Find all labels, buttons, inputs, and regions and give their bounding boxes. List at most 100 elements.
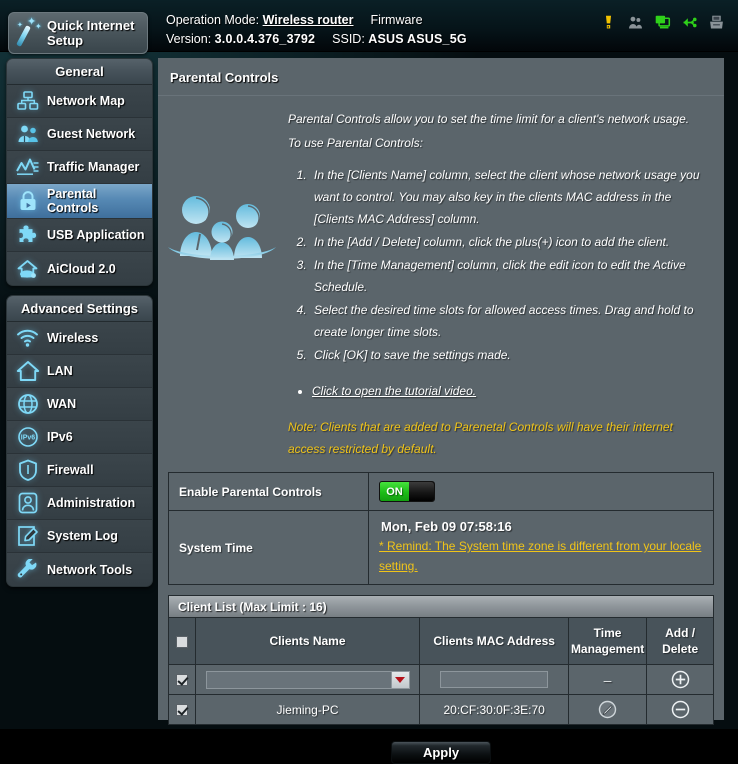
firewall-shield-icon [15,457,41,483]
enable-parental-controls-value: ON [369,473,713,510]
toggle-knob [409,482,434,501]
time-management-cell: – [568,664,648,695]
instructions-text: Parental Controls allow you to set the t… [288,108,710,460]
nav-group-general: General Network Map Guest Network Traffi… [6,58,153,286]
sidebar-item-label: Guest Network [47,127,136,141]
system-time-row: System Time Mon, Feb 09 07:58:16 * Remin… [169,511,713,584]
instruction-step: Click [OK] to save the settings made. [310,344,700,366]
header-status-icons [600,14,725,31]
instruction-step: In the [Clients Name] column, select the… [310,164,700,230]
administration-user-icon [15,490,41,516]
ipv6-icon: IPv6 [15,424,41,450]
remove-circle-icon[interactable] [671,700,690,719]
instruction-step: Select the desired time slots for allowe… [310,299,700,343]
nav-group-general-title: General [7,59,152,85]
system-time-value: Mon, Feb 09 07:58:16 [381,519,512,534]
sidebar-item-network-tools[interactable]: Network Tools [7,553,152,586]
tutorial-video-link[interactable]: Click to open the tutorial video. [312,384,476,398]
sidebar-item-firewall[interactable]: Firewall [7,454,152,487]
firmware-label: Firmware [370,13,423,27]
sidebar-item-network-map[interactable]: Network Map [7,85,152,118]
table-header-row: Clients Name Clients MAC Address Time Ma… [169,618,713,665]
client-name-select[interactable] [205,670,410,689]
client-list-section: Client List (Max Limit : 16) Clients Nam… [168,595,714,725]
add-delete-cell [646,664,713,695]
tutorial-list: Click to open the tutorial video. [312,380,700,402]
nav-group-advanced-settings: Advanced Settings Wireless LAN WAN IPv6 … [6,295,153,587]
sidebar-item-wireless[interactable]: Wireless [7,322,152,355]
sidebar-item-label: Parental Controls [47,187,99,215]
sidebar-item-guest-network[interactable]: Guest Network [7,118,152,151]
system-log-icon [15,523,41,549]
add-delete-cell [646,694,713,724]
client-name-cell: Jieming-PC [195,694,421,724]
usb-icon[interactable] [681,14,698,31]
sidebar-item-usb-application[interactable]: USB Application [7,219,152,252]
sidebar-item-aicloud[interactable]: AiCloud 2.0 [7,252,152,285]
sidebar-item-label: Network Tools [47,562,133,577]
parental-controls-lock-icon [15,188,41,214]
network-tools-wrench-icon [15,557,41,583]
intro-line-1: Parental Controls allow you to set the t… [288,112,690,126]
client-list-title: Client List (Max Limit : 16) [169,596,713,618]
add-circle-icon[interactable] [671,670,690,689]
main-content-panel: Parental Controls Parental Controls allo… [158,58,724,764]
client-mac-input[interactable] [440,671,549,688]
operation-mode-label: Operation Mode: [166,13,260,27]
printer-icon[interactable] [708,14,725,31]
ssid-label: SSID: [332,32,365,46]
column-header-time-management: Time Management [568,618,648,665]
sidebar-navigation: General Network Map Guest Network Traffi… [6,58,153,596]
row-checkbox[interactable] [175,704,188,717]
row-select-cell [169,664,196,695]
page-title: Parental Controls [158,58,724,96]
firmware-version-value: 3.0.0.4.376_3792 [214,32,316,46]
column-header-clients-mac: Clients MAC Address [419,618,569,665]
select-all-header [169,618,196,665]
sidebar-item-label: USB Application [47,228,145,242]
edit-pencil-icon[interactable] [598,700,617,719]
guest-network-users-icon[interactable] [627,14,644,31]
select-all-checkbox[interactable] [175,635,188,648]
magic-wand-icon: ✦ ✦ ✦ [14,17,44,48]
header-info: Operation Mode: Wireless router Firmware… [166,11,467,49]
sidebar-item-label: AiCloud 2.0 [47,261,116,276]
sidebar-item-label: LAN [47,364,73,378]
apply-button[interactable]: Apply [391,741,491,764]
operation-mode-value-link[interactable]: Wireless router [263,13,354,27]
sidebar-item-wan[interactable]: WAN [7,388,152,421]
top-header-bar: ✦ ✦ ✦ Quick Internet Setup Operation Mod… [0,0,738,54]
system-time-timezone-warning-link[interactable]: * Remind: The System time zone is differ… [379,536,703,576]
sidebar-item-traffic-manager[interactable]: Traffic Manager [7,151,152,184]
client-list-table: Clients Name Clients MAC Address Time Ma… [169,618,713,724]
sidebar-item-label: System Log [47,529,118,543]
time-management-placeholder: – [603,671,612,688]
tutorial-list-item: Click to open the tutorial video. [312,380,700,402]
monitor-clients-icon[interactable] [654,14,671,31]
sidebar-item-label: Wireless [47,331,99,345]
quick-internet-setup-button[interactable]: ✦ ✦ ✦ Quick Internet Setup [8,12,148,54]
parental-controls-toggle[interactable]: ON [379,481,435,502]
sidebar-item-ipv6[interactable]: IPv6 IPv6 [7,421,152,454]
sidebar-item-parental-controls[interactable]: Parental Controls [7,184,152,219]
instruction-steps-list: In the [Clients Name] column, select the… [310,164,700,366]
sidebar-item-lan[interactable]: LAN [7,355,152,388]
client-mac-cell [419,664,569,695]
time-management-cell [568,694,648,724]
traffic-manager-icon [15,154,41,180]
sidebar-item-administration[interactable]: Administration [7,487,152,520]
chevron-down-icon[interactable] [390,671,409,688]
notification-icon[interactable] [600,14,617,31]
instruction-step: In the [Add / Delete] column, click the … [310,231,700,253]
settings-table: Enable Parental Controls ON System Time … [168,472,714,585]
wan-globe-icon [15,391,41,417]
instruction-step: In the [Time Management] column, click t… [310,254,700,298]
sidebar-item-label: IPv6 [47,430,73,444]
quick-internet-setup-label: Quick Internet Setup [47,18,135,48]
intro-line-2: To use Parental Controls: [288,136,423,150]
row-checkbox[interactable] [175,674,188,687]
column-header-add-delete: Add / Delete [646,618,713,665]
lan-home-icon [15,358,41,384]
sidebar-item-label: Administration [47,496,136,510]
sidebar-item-system-log[interactable]: System Log [7,520,152,553]
